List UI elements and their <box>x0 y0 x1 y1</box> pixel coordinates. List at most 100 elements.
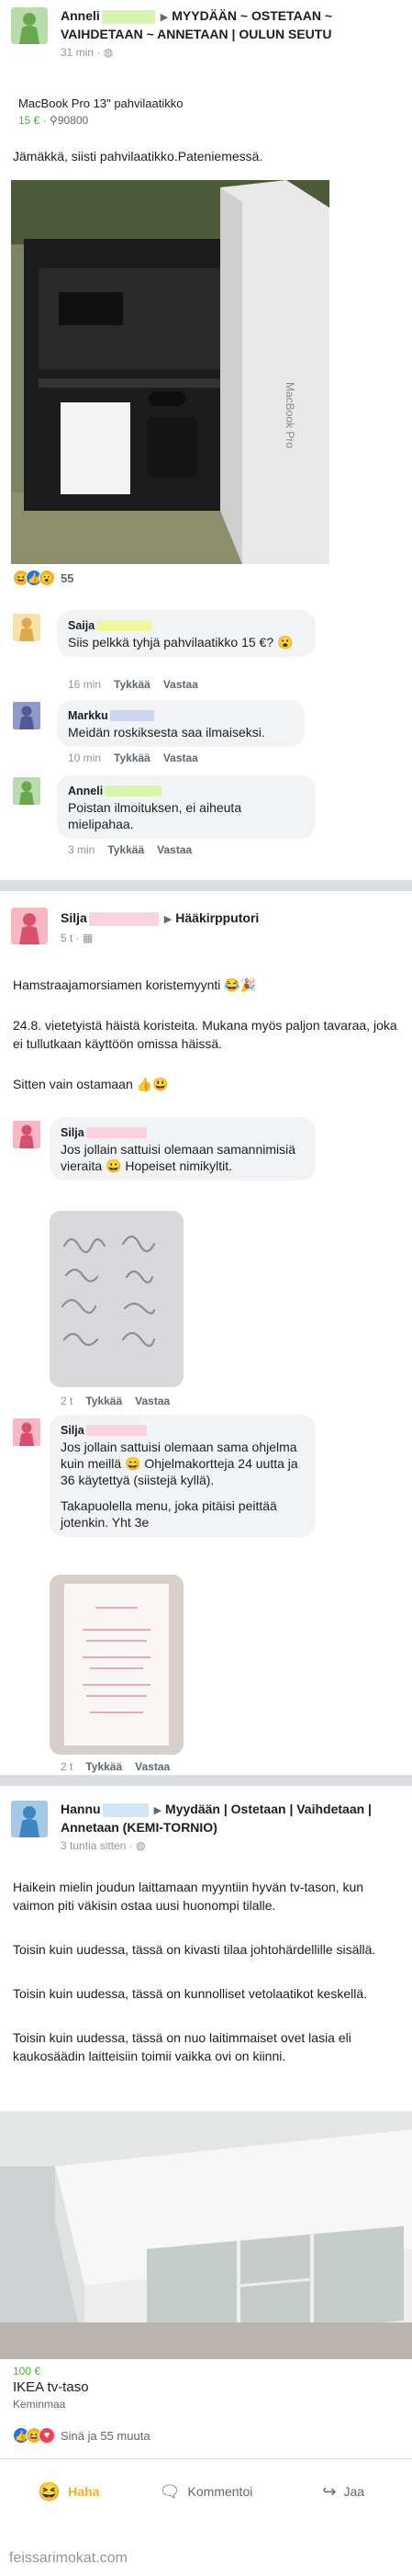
comment-time: 10 min <box>68 751 102 764</box>
like-link[interactable]: Tykkää <box>114 678 150 691</box>
listing-title: IKEA tv-taso <box>13 2379 89 2395</box>
comment-author[interactable]: Silja <box>61 1126 84 1139</box>
comment-avatar[interactable] <box>13 1418 40 1446</box>
comment-bubble: Markku Meidän roskiksesta saa ilmaiseksi… <box>57 700 305 747</box>
listing-box[interactable]: MacBook Pro 13" pahvilaatikko 15 € · ⚲90… <box>18 96 184 129</box>
arrow-right-icon: ▶ <box>153 1805 162 1816</box>
reply-link[interactable]: Vastaa <box>135 1760 170 1773</box>
love-reaction-icon: ♥ <box>39 2427 55 2444</box>
comment-label: Kommentoi <box>187 2484 253 2499</box>
comment-avatar[interactable] <box>13 702 40 729</box>
listing-title: MacBook Pro 13" pahvilaatikko <box>18 96 184 110</box>
post-time[interactable]: 3 tuntia sitten <box>61 1839 126 1852</box>
comment-time: 2 t <box>61 1760 73 1773</box>
program-card-photo <box>50 1575 184 1755</box>
post-body-line: Toisin kuin uudessa, tässä on kivasti ti… <box>13 1942 376 1957</box>
reactions-bar[interactable]: 😆 👍 😮 55 <box>13 570 73 586</box>
comment-text: Meidän roskiksesta saa ilmaiseksi. <box>68 725 265 740</box>
comment-text: Jos jollain sattuisi olemaan samannimisi… <box>61 1142 296 1173</box>
reactions-bar[interactable]: 👍 😆 ♥ Sinä ja 55 muuta <box>13 2427 150 2444</box>
post-body: Jämäkkä, siisti pahvilaatikko.Pateniemes… <box>13 149 263 164</box>
author-avatar[interactable] <box>11 908 48 944</box>
comment-author[interactable]: Markku <box>68 709 108 722</box>
haha-button[interactable]: 😆 Haha <box>0 2471 138 2512</box>
person-icon <box>19 617 34 641</box>
divider <box>0 2458 412 2459</box>
reply-link[interactable]: Vastaa <box>163 678 198 691</box>
comment-avatar[interactable] <box>13 1121 40 1148</box>
post-body-line: Toisin kuin uudessa, tässä on nuo laitim… <box>13 2030 351 2063</box>
person-icon <box>19 706 34 729</box>
comment-bubble: Silja Jos jollain sattuisi olemaan saman… <box>50 1117 316 1181</box>
comment-bubble: Saija Siis pelkkä tyhjä pahvilaatikko 15… <box>57 610 316 657</box>
like-link[interactable]: Tykkää <box>85 1395 122 1407</box>
comment-icon: 🗨 <box>159 2481 181 2501</box>
person-icon <box>19 913 39 944</box>
author-name[interactable]: Hannu <box>61 1802 101 1816</box>
author-avatar[interactable] <box>11 7 48 44</box>
watermark: feissarimokat.com <box>9 2550 128 2566</box>
arrow-right-icon: ▶ <box>160 12 169 23</box>
comment-text: Poistan ilmoituksen, ei aiheuta mielipah… <box>68 800 242 831</box>
reply-link[interactable]: Vastaa <box>163 751 198 764</box>
comment-time: 2 t <box>61 1395 73 1407</box>
comment-author[interactable]: Saija <box>68 619 95 632</box>
group-name[interactable]: Hääkirpputori <box>175 910 259 925</box>
comment-text: Jos jollain sattuisi olemaan sama ohjelm… <box>61 1440 298 1487</box>
silver-name-signs-photo <box>50 1211 184 1387</box>
comment-avatar[interactable] <box>13 614 40 641</box>
listing-price: 15 € <box>18 114 40 127</box>
comment-button[interactable]: 🗨 Kommentoi <box>138 2471 275 2512</box>
comment-text-2: Takapuolella menu, joka pitäisi peittää … <box>61 1498 277 1530</box>
post-photo[interactable]: MacBook Pro <box>11 180 329 564</box>
comment-photo[interactable] <box>50 1211 184 1387</box>
wow-reaction-icon: 😮 <box>39 570 55 586</box>
post-separator <box>0 880 412 891</box>
arrow-right-icon: ▶ <box>163 914 173 925</box>
reactions-text: Sinä ja 55 muuta <box>61 2428 150 2443</box>
svg-text:MacBook Pro: MacBook Pro <box>284 382 296 448</box>
globe-icon: ◍ <box>136 1839 146 1852</box>
post-body-line: Haikein mielin joudun laittamaan myyntii… <box>13 1880 364 1913</box>
comment-author[interactable]: Silja <box>61 1424 84 1437</box>
author-name[interactable]: Anneli <box>61 8 100 23</box>
comment-time: 3 min <box>68 843 95 856</box>
tv-stand-photo <box>0 2111 412 2359</box>
share-button[interactable]: ↪ Jaa <box>274 2471 412 2512</box>
like-link[interactable]: Tykkää <box>114 751 150 764</box>
listing-box[interactable]: 100 € IKEA tv-taso Keminmaa <box>13 2363 89 2412</box>
person-icon <box>19 781 34 805</box>
comment-avatar[interactable] <box>13 777 40 805</box>
like-link[interactable]: Tykkää <box>107 843 144 856</box>
comment-photo[interactable] <box>50 1575 184 1755</box>
members-icon: ▦ <box>83 932 94 944</box>
share-label: Jaa <box>343 2484 365 2499</box>
comment-author[interactable]: Anneli <box>68 785 103 797</box>
haha-icon: 😆 <box>38 2481 61 2503</box>
macbook-box-photo: MacBook Pro <box>11 180 329 564</box>
like-link[interactable]: Tykkää <box>85 1760 122 1773</box>
listing-location: Keminmaa <box>13 2398 66 2411</box>
post-3: Hannu ▶ Myydään | Ostetaan | Vaihdetaan | … <box>0 1788 412 2576</box>
post-time[interactable]: 31 min <box>61 46 94 59</box>
reply-link[interactable]: Vastaa <box>135 1395 170 1407</box>
post-body-line: Sitten vain ostamaan 👍😃 <box>13 1077 169 1091</box>
reactions-count: 55 <box>61 571 74 585</box>
person-icon <box>19 1806 39 1837</box>
author-avatar[interactable] <box>11 1801 48 1837</box>
author-name[interactable]: Silja <box>61 910 87 925</box>
post-photo[interactable] <box>0 2111 412 2359</box>
haha-label: Haha <box>68 2484 100 2499</box>
person-icon <box>19 1422 34 1446</box>
post-body-line: Toisin kuin uudessa, tässä on kunnollise… <box>13 1986 367 2001</box>
post-separator <box>0 1775 412 1786</box>
person-icon <box>19 13 39 44</box>
listing-location: 90800 <box>57 114 89 127</box>
comment-bubble: Anneli Poistan ilmoituksen, ei aiheuta m… <box>57 775 316 839</box>
post-time[interactable]: 5 t <box>61 932 72 944</box>
comment-bubble: Silja Jos jollain sattuisi olemaan sama … <box>50 1415 316 1537</box>
post-body-line: Hamstraajamorsiamen koristemyynti 😂🎉 <box>13 977 257 992</box>
reply-link[interactable]: Vastaa <box>157 843 192 856</box>
location-pin-icon: ⚲ <box>50 114 58 127</box>
comment-time: 16 min <box>68 678 102 691</box>
